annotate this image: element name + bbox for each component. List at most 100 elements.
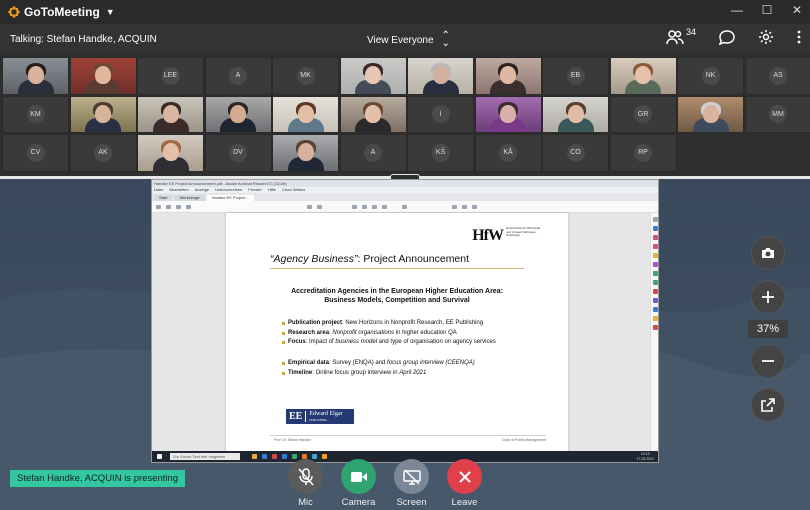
settings-button[interactable] — [758, 29, 774, 45]
word-icon[interactable] — [282, 454, 287, 459]
print-icon[interactable] — [176, 205, 181, 209]
participant-tile-video[interactable] — [137, 95, 204, 133]
zoom-in-icon[interactable] — [382, 205, 387, 209]
gotomeeting-logo-icon — [8, 6, 20, 18]
zoom-out-icon[interactable] — [372, 205, 377, 209]
menu-item[interactable]: Bearbeiten — [169, 187, 188, 193]
menu-item[interactable]: Unterschreiben — [215, 187, 242, 193]
leave-control[interactable]: Leave — [447, 459, 482, 508]
participant-tile-avatar[interactable]: I — [407, 95, 474, 133]
participant-tile-video[interactable] — [69, 95, 137, 133]
footer-author: Prof. Dr. Stefan Handke — [274, 438, 311, 442]
view-selector[interactable]: View Everyone ⌃ ⌄ — [367, 31, 450, 49]
search-icon[interactable] — [186, 205, 191, 209]
taskbar-search[interactable]: Zur Suche Text hier eingeben — [170, 453, 240, 460]
zoom-level-icon[interactable] — [402, 205, 407, 209]
screen-button[interactable] — [394, 459, 429, 494]
participant-tile-avatar[interactable]: A — [204, 57, 272, 95]
search-tool-icon[interactable] — [653, 217, 658, 222]
more-tools-icon[interactable] — [653, 316, 658, 321]
participant-tile-avatar[interactable]: EB — [542, 57, 609, 95]
menu-item[interactable]: Anzeige — [195, 187, 209, 193]
participant-tile-avatar[interactable]: NK — [677, 57, 744, 95]
participant-tile-video[interactable] — [542, 95, 609, 133]
menu-item[interactable]: Fenster — [248, 187, 262, 193]
participant-tile-video[interactable] — [204, 95, 272, 133]
menu-item[interactable]: Datei — [154, 187, 163, 193]
bookmark-icon[interactable] — [166, 205, 171, 209]
comment-tool-icon[interactable] — [653, 253, 658, 258]
camera-control[interactable]: Camera — [341, 459, 376, 508]
close-button[interactable]: ✕ — [790, 3, 804, 19]
participant-tile-video[interactable] — [137, 134, 204, 172]
windows-start-icon[interactable] — [157, 454, 162, 459]
app-menu[interactable]: GoToMeeting ▼ — [8, 5, 115, 19]
shared-desktop[interactable]: Handke EE Project Announcement.pdf - Ado… — [151, 179, 659, 463]
leave-button[interactable] — [447, 459, 482, 494]
participant-tile-avatar[interactable]: MM — [744, 95, 810, 133]
export-pdf-icon[interactable] — [653, 226, 658, 231]
more-options-button[interactable] — [796, 29, 802, 45]
prev-page-icon[interactable] — [307, 205, 312, 209]
share-icon[interactable] — [653, 325, 658, 330]
menu-item[interactable]: Hilfe — [268, 187, 276, 193]
participant-tile-video[interactable] — [474, 57, 542, 95]
create-pdf-icon[interactable] — [653, 235, 658, 240]
slide-title: “Agency Business”: Project Announcement — [270, 253, 469, 265]
combine-icon[interactable] — [653, 262, 658, 267]
participant-tile-avatar[interactable]: AS — [744, 57, 810, 95]
participant-tile-avatar[interactable]: DV — [204, 134, 272, 172]
compress-icon[interactable] — [653, 280, 658, 285]
participant-tile-avatar[interactable]: KÅ — [474, 134, 542, 172]
participant-tile-avatar[interactable]: GR — [609, 95, 677, 133]
sign-icon[interactable] — [472, 205, 477, 209]
edge-icon[interactable] — [262, 454, 267, 459]
chat-button[interactable] — [718, 29, 736, 45]
participant-tile-avatar[interactable]: RP — [609, 134, 677, 172]
mic-control[interactable]: Mic — [288, 459, 323, 508]
participant-tile-video[interactable] — [69, 57, 137, 95]
participant-tile-video[interactable] — [272, 134, 339, 172]
participant-tile-avatar[interactable]: KM — [2, 95, 69, 133]
participant-tile-video[interactable] — [339, 95, 407, 133]
participant-tile-avatar[interactable]: KŠ — [407, 134, 474, 172]
organize-icon[interactable] — [653, 271, 658, 276]
save-icon[interactable] — [156, 205, 161, 209]
participant-tile-video[interactable] — [474, 95, 542, 133]
pen-icon[interactable] — [462, 205, 467, 209]
cursor-icon[interactable] — [352, 205, 357, 209]
participant-tile-video[interactable] — [2, 57, 69, 95]
camera-button[interactable] — [341, 459, 376, 494]
participant-tile-avatar[interactable]: LEE — [137, 57, 204, 95]
document-viewport[interactable]: HfW Hochschule für Wirtschaft und Umwelt… — [152, 213, 658, 453]
zoom-out-button[interactable] — [751, 344, 785, 378]
explorer-icon[interactable] — [252, 454, 257, 459]
fill-sign-icon[interactable] — [653, 307, 658, 312]
acrobat-icon[interactable] — [272, 454, 277, 459]
attendees-button[interactable]: 34 — [666, 27, 696, 45]
pop-out-button[interactable] — [751, 388, 785, 422]
maximize-button[interactable]: ☐ — [760, 3, 774, 19]
participant-tile-avatar[interactable]: CV — [2, 134, 69, 172]
minimize-button[interactable]: — — [730, 3, 744, 19]
participant-tile-video[interactable] — [407, 57, 474, 95]
participant-tile-video[interactable] — [609, 57, 677, 95]
redact-icon[interactable] — [653, 289, 658, 294]
participant-tile-video[interactable] — [272, 95, 339, 133]
mic-button[interactable] — [288, 459, 323, 494]
next-page-icon[interactable] — [317, 205, 322, 209]
protect-icon[interactable] — [653, 298, 658, 303]
edit-pdf-icon[interactable] — [653, 244, 658, 249]
participant-tile-video[interactable] — [339, 57, 407, 95]
participant-tile-avatar[interactable]: AK — [69, 134, 137, 172]
participant-tile-avatar[interactable]: CO — [542, 134, 609, 172]
participant-tile-video[interactable] — [677, 95, 744, 133]
screen-control[interactable]: Screen — [394, 459, 429, 508]
participant-tile-avatar[interactable]: MK — [272, 57, 339, 95]
snapshot-button[interactable] — [751, 236, 785, 270]
zoom-in-button[interactable] — [751, 280, 785, 314]
hand-icon[interactable] — [362, 205, 367, 209]
menu-item[interactable]: Cisco Webex — [282, 187, 306, 193]
comment-icon[interactable] — [452, 205, 457, 209]
participant-tile-avatar[interactable]: A — [339, 134, 407, 172]
